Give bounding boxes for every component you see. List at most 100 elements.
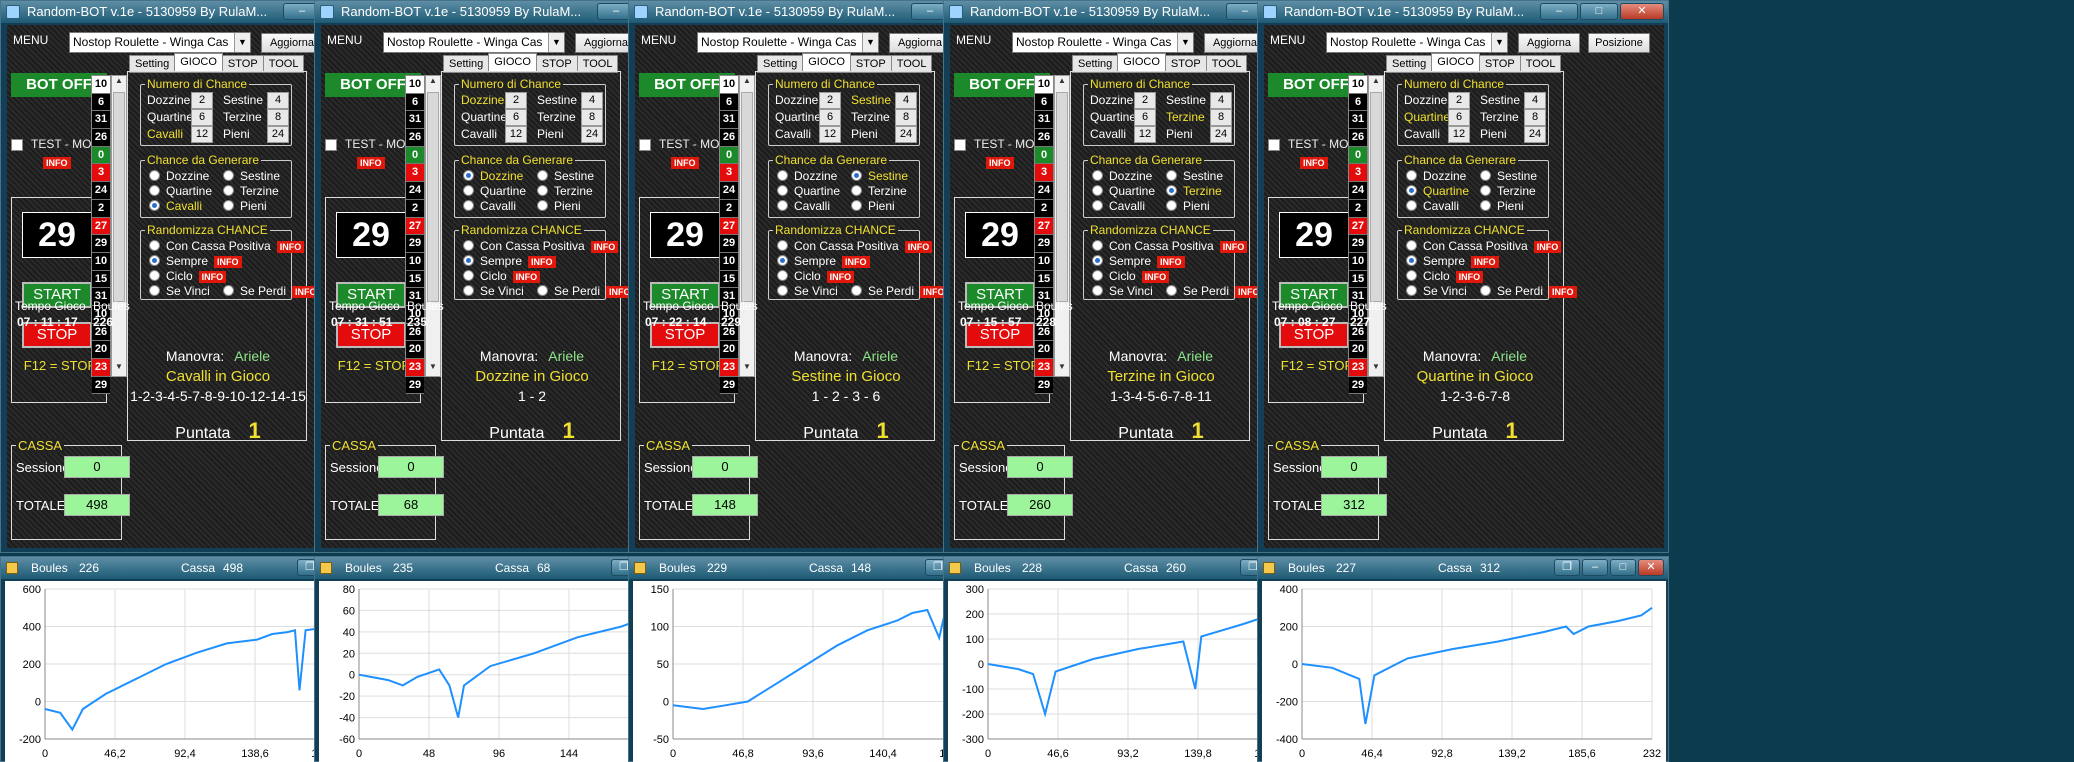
radio-icon[interactable] [1406, 270, 1417, 281]
scroll-thumb[interactable] [113, 92, 125, 302]
chevron-down-icon[interactable]: ▼ [234, 33, 250, 52]
test-mode-info[interactable]: INFO [43, 153, 71, 171]
history-scrollbar[interactable]: ▲ ▼ [111, 75, 127, 377]
info-badge[interactable]: INFO [1141, 271, 1170, 283]
scroll-thumb[interactable] [1370, 92, 1382, 302]
radio-cavalli[interactable]: Cavalli [149, 199, 202, 213]
tab-gioco[interactable]: GIOCO [1431, 53, 1480, 73]
scroll-up-icon[interactable]: ▲ [1055, 76, 1069, 90]
scroll-up-icon[interactable]: ▲ [426, 76, 440, 90]
info-badge[interactable]: INFO [214, 256, 242, 268]
radio-icon[interactable] [149, 270, 160, 281]
radio-terzine[interactable]: Terzine [1480, 184, 1536, 198]
radio-icon[interactable] [777, 255, 788, 266]
radio-icon[interactable] [463, 285, 474, 296]
radio-sestine[interactable]: Sestine [851, 169, 908, 183]
radio-sestine[interactable]: Sestine [1166, 169, 1223, 183]
radio-icon[interactable] [537, 185, 548, 196]
radio-vinci[interactable]: Se Vinci [1092, 284, 1153, 298]
radio-icon[interactable] [537, 285, 548, 296]
scroll-thumb[interactable] [427, 92, 439, 302]
info-badge[interactable]: INFO [1549, 286, 1577, 298]
radio-ciclo[interactable]: Ciclo INFO [1406, 269, 1484, 283]
checkbox-icon[interactable] [639, 138, 651, 151]
casino-select[interactable]: Nostop Roulette - Winga Cas ▼ [697, 32, 879, 53]
radio-pieni[interactable]: Pieni [1166, 199, 1210, 213]
test-mode-info[interactable]: INFO [671, 153, 699, 171]
info-badge[interactable]: INFO [904, 241, 933, 253]
maximize-button[interactable]: □ [1580, 3, 1618, 20]
radio-cassa[interactable]: Con Cassa Positiva INFO [1406, 239, 1562, 253]
tab-gioco[interactable]: GIOCO [802, 53, 851, 73]
radio-icon[interactable] [777, 200, 788, 211]
checkbox-icon[interactable] [325, 138, 337, 151]
chevron-down-icon[interactable]: ▼ [1491, 33, 1507, 52]
close-button[interactable]: ✕ [1620, 3, 1664, 20]
info-badge[interactable]: INFO [590, 241, 619, 253]
radio-icon[interactable] [463, 170, 474, 181]
menu[interactable]: MENU [956, 33, 991, 47]
scroll-up-icon[interactable]: ▲ [112, 76, 126, 90]
scroll-down-icon[interactable]: ▼ [112, 362, 126, 376]
chevron-down-icon[interactable]: ▼ [862, 33, 878, 52]
radio-icon[interactable] [149, 240, 160, 251]
radio-perdi[interactable]: Se Perdi INFO [223, 284, 320, 298]
number-history-list[interactable]: 10 6 31 26 0 3 24 2 27 29 10 15 31 10 26 20 23 29 [405, 75, 425, 395]
radio-sempre[interactable]: Sempre INFO [463, 254, 556, 268]
radio-icon[interactable] [223, 285, 234, 296]
history-scrollbar[interactable]: ▲ ▼ [1054, 75, 1070, 377]
radio-icon[interactable] [149, 200, 160, 211]
info-badge[interactable]: INFO [198, 271, 227, 283]
radio-cavalli[interactable]: Cavalli [463, 199, 516, 213]
radio-dozzine[interactable]: Dozzine [1406, 169, 1466, 183]
radio-icon[interactable] [1406, 240, 1417, 251]
radio-icon[interactable] [149, 285, 160, 296]
radio-pieni[interactable]: Pieni [851, 199, 895, 213]
chevron-down-icon[interactable]: ▼ [1177, 33, 1193, 52]
radio-quartine[interactable]: Quartine [1092, 184, 1155, 198]
menu[interactable]: MENU [1270, 33, 1305, 47]
radio-icon[interactable] [223, 170, 234, 181]
radio-vinci[interactable]: Se Vinci [1406, 284, 1467, 298]
radio-sestine[interactable]: Sestine [1480, 169, 1537, 183]
number-history-list[interactable]: 10 6 31 26 0 3 24 2 27 29 10 15 31 10 26 20 23 29 [1348, 75, 1368, 395]
info-badge[interactable]: INFO [276, 241, 305, 253]
radio-cavalli[interactable]: Cavalli [1092, 199, 1145, 213]
minimize-button[interactable]: – [1540, 3, 1578, 20]
posizione-button[interactable]: Posizione [1588, 33, 1650, 53]
radio-icon[interactable] [537, 170, 548, 181]
info-badge[interactable]: INFO [357, 157, 385, 169]
radio-icon[interactable] [223, 200, 234, 211]
radio-vinci[interactable]: Se Vinci [149, 284, 210, 298]
radio-cassa[interactable]: Con Cassa Positiva INFO [463, 239, 619, 253]
info-badge[interactable]: INFO [1219, 241, 1248, 253]
radio-icon[interactable] [1166, 185, 1177, 196]
scroll-down-icon[interactable]: ▼ [740, 362, 754, 376]
radio-icon[interactable] [1480, 185, 1491, 196]
casino-select[interactable]: Nostop Roulette - Winga Cas ▼ [69, 32, 251, 53]
restore-button[interactable]: ❐ [1554, 559, 1580, 576]
number-history-list[interactable]: 10 6 31 26 0 3 24 2 27 29 10 15 31 10 26 20 23 29 [719, 75, 739, 395]
test-mode-info[interactable]: INFO [357, 153, 385, 171]
radio-ciclo[interactable]: Ciclo INFO [777, 269, 855, 283]
aggiorna-button[interactable]: Aggiorna [889, 33, 951, 53]
menu[interactable]: MENU [641, 33, 676, 47]
radio-terzine[interactable]: Terzine [851, 184, 907, 198]
radio-icon[interactable] [463, 200, 474, 211]
aggiorna-button[interactable]: Aggiorna [1518, 33, 1580, 53]
close-button[interactable]: ✕ [1638, 559, 1664, 576]
radio-quartine[interactable]: Quartine [463, 184, 526, 198]
radio-sempre[interactable]: Sempre INFO [1092, 254, 1185, 268]
minimize-button[interactable]: – [1582, 559, 1608, 576]
scroll-down-icon[interactable]: ▼ [1369, 362, 1383, 376]
radio-pieni[interactable]: Pieni [1480, 199, 1524, 213]
radio-cassa[interactable]: Con Cassa Positiva INFO [1092, 239, 1248, 253]
radio-icon[interactable] [1092, 270, 1103, 281]
radio-icon[interactable] [223, 185, 234, 196]
radio-dozzine[interactable]: Dozzine [463, 169, 523, 183]
info-badge[interactable]: INFO [512, 271, 541, 283]
menu[interactable]: MENU [13, 33, 48, 47]
info-badge[interactable]: INFO [1300, 157, 1328, 169]
test-mode-info[interactable]: INFO [986, 153, 1014, 171]
info-badge[interactable]: INFO [1471, 256, 1499, 268]
